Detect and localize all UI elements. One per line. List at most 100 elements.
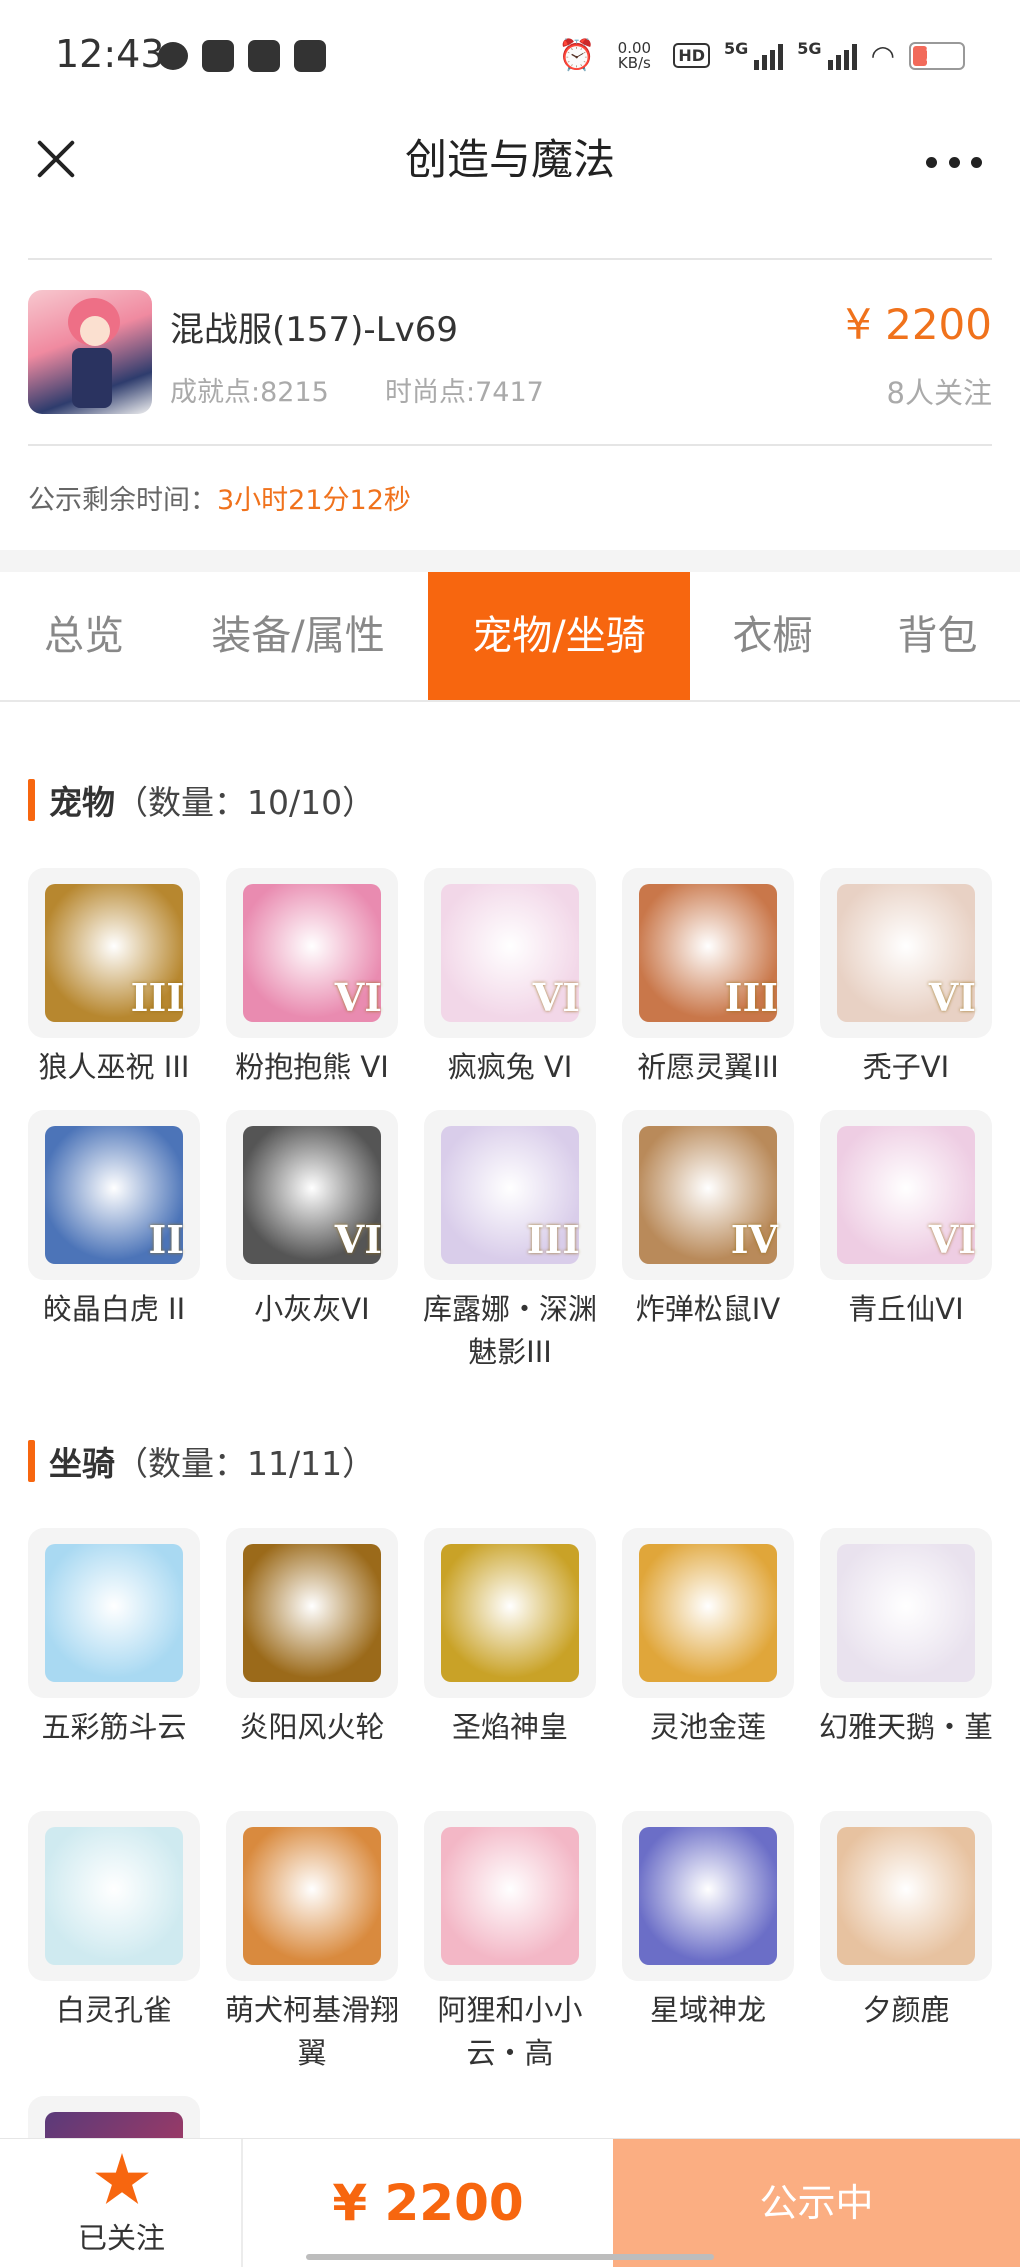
system-indicators: ⏰ 0.00 KB/s HD 5G 5G ◠ 14 xyxy=(558,38,965,73)
mount-art xyxy=(639,1827,777,1965)
star-icon xyxy=(95,2153,149,2204)
app-notification-icon xyxy=(202,40,234,72)
remaining-time-value: 3小时21分12秒 xyxy=(217,485,411,516)
more-icon[interactable] xyxy=(926,142,982,182)
pet-thumbnail: VI xyxy=(424,868,596,1038)
mount-thumbnail xyxy=(424,1528,596,1698)
rank-badge: III xyxy=(526,1217,580,1262)
pet-item[interactable]: III 祈愿灵翼III xyxy=(622,868,794,1089)
mount-item[interactable]: 圣焰神皇 xyxy=(424,1528,596,1749)
pets-section-title: 宠物 （数量：10/10） xyxy=(28,776,375,824)
mount-name: 夕颜鹿 xyxy=(862,1993,950,2027)
mount-item[interactable]: 萌犬柯基滑翔翼 xyxy=(225,1811,399,2075)
mount-item[interactable]: 幻雅天鹅・堇 xyxy=(819,1528,993,1749)
rank-badge: III xyxy=(724,975,778,1020)
pet-item[interactable]: IV 炸弹松鼠IV xyxy=(622,1110,794,1331)
pet-item[interactable]: VI 秃子VI xyxy=(820,868,992,1089)
mount-item[interactable]: 白灵孔雀 xyxy=(28,1811,200,2032)
pet-thumbnail: III xyxy=(424,1110,596,1280)
rank-badge: VI xyxy=(928,975,976,1020)
pet-item[interactable]: III 狼人巫祝 III xyxy=(28,868,200,1089)
mount-art xyxy=(837,1544,975,1682)
mount-thumbnail xyxy=(28,1528,200,1698)
pet-thumbnail: VI xyxy=(820,1110,992,1280)
rank-badge: VI xyxy=(334,1217,382,1262)
mount-name: 阿狸和小小云・高 xyxy=(437,1993,583,2070)
pet-thumbnail: VI xyxy=(226,868,398,1038)
mount-art xyxy=(45,1827,183,1965)
pet-thumbnail: IV xyxy=(622,1110,794,1280)
mount-thumbnail xyxy=(226,1811,398,1981)
tab-pets-mounts[interactable]: 宠物/坐骑 xyxy=(428,572,690,700)
mount-thumbnail xyxy=(820,1528,992,1698)
mounts-section-title: 坐骑 （数量：11/11） xyxy=(28,1437,375,1485)
pet-item[interactable]: VI 粉抱抱熊 VI xyxy=(226,868,398,1089)
signal-label-1: 5G xyxy=(724,39,749,58)
publicity-status-button[interactable]: 公示中 xyxy=(613,2139,1020,2267)
tab-backpack[interactable]: 背包 xyxy=(855,572,1020,700)
divider xyxy=(28,258,992,260)
pet-item[interactable]: III 库露娜・深渊魅影III xyxy=(423,1110,597,1374)
signal-label-2: 5G xyxy=(797,39,822,58)
mount-name: 炎阳风火轮 xyxy=(239,1710,385,1744)
achievement-points: 成就点:8215 xyxy=(170,377,329,408)
alarm-icon: ⏰ xyxy=(558,38,596,73)
pet-name: 库露娜・深渊魅影III xyxy=(422,1292,597,1369)
pet-item[interactable]: II 皎晶白虎 II xyxy=(28,1110,200,1331)
rank-badge: II xyxy=(148,1217,184,1262)
divider xyxy=(28,444,992,446)
tab-wardrobe[interactable]: 衣橱 xyxy=(690,572,855,700)
mount-item[interactable]: 夕颜鹿 xyxy=(820,1811,992,2032)
mount-name: 灵池金莲 xyxy=(649,1710,766,1744)
fashion-points: 时尚点:7417 xyxy=(385,377,544,408)
rank-badge: VI xyxy=(532,975,580,1020)
mount-thumbnail xyxy=(622,1528,794,1698)
home-indicator[interactable] xyxy=(306,2254,714,2260)
mount-thumbnail xyxy=(28,1811,200,1981)
mount-name: 五彩筋斗云 xyxy=(41,1710,187,1744)
pet-item[interactable]: VI 疯疯兔 VI xyxy=(424,868,596,1089)
mount-item[interactable]: 炎阳风火轮 xyxy=(226,1528,398,1749)
mount-name: 圣焰神皇 xyxy=(451,1710,568,1744)
pet-thumbnail: II xyxy=(28,1110,200,1280)
mount-item[interactable]: 星域神龙 xyxy=(622,1811,794,2032)
battery-level: 14 xyxy=(924,44,950,66)
account-card[interactable]: 混战服(157)-Lv69 成就点:8215 时尚点:7417 ¥ 2200 8… xyxy=(0,262,1020,446)
follow-button[interactable]: 已关注 xyxy=(0,2139,243,2267)
pet-thumbnail: III xyxy=(622,868,794,1038)
mount-art xyxy=(837,1827,975,1965)
mount-art xyxy=(441,1827,579,1965)
status-time: 12:43 xyxy=(55,32,165,76)
pet-name: 皎晶白虎 II xyxy=(42,1292,186,1326)
signal-icon-1 xyxy=(754,42,784,70)
mount-thumbnail xyxy=(622,1811,794,1981)
mount-item[interactable]: 阿狸和小小云・高 xyxy=(424,1811,596,2075)
mount-name: 幻雅天鹅・堇 xyxy=(818,1710,993,1744)
mount-thumbnail xyxy=(226,1528,398,1698)
remaining-time: 公示剩余时间：3小时21分12秒 xyxy=(28,478,411,517)
signal-icon-2 xyxy=(827,42,857,70)
pet-thumbnail: VI xyxy=(820,868,992,1038)
pet-item[interactable]: VI 小灰灰VI xyxy=(226,1110,398,1331)
net-speed: 0.00 KB/s xyxy=(617,38,652,72)
tab-equipment[interactable]: 装备/属性 xyxy=(168,572,428,700)
mount-item[interactable]: 灵池金莲 xyxy=(622,1528,794,1749)
mount-item[interactable]: 五彩筋斗云 xyxy=(28,1528,200,1749)
mount-art xyxy=(441,1544,579,1682)
rank-badge: VI xyxy=(334,975,382,1020)
mount-thumbnail xyxy=(820,1811,992,1981)
mounts-title: 坐骑 xyxy=(49,1444,115,1483)
pet-thumbnail: III xyxy=(28,868,200,1038)
chat-icon xyxy=(158,42,188,70)
pet-item[interactable]: VI 青丘仙VI xyxy=(820,1110,992,1331)
pet-name: 秃子VI xyxy=(862,1050,950,1084)
page-title: 创造与魔法 xyxy=(404,135,615,184)
mounts-count: （数量：11/11） xyxy=(115,1444,376,1483)
pet-name: 狼人巫祝 III xyxy=(38,1050,190,1084)
pet-name: 青丘仙VI xyxy=(848,1292,964,1326)
tab-overview[interactable]: 总览 xyxy=(0,572,168,700)
follower-count: 8人关注 xyxy=(886,376,992,410)
remaining-time-label: 公示剩余时间： xyxy=(28,485,217,516)
tab-bar: 总览 装备/属性 宠物/坐骑 衣橱 背包 xyxy=(0,572,1020,702)
notification-icons xyxy=(158,40,326,72)
